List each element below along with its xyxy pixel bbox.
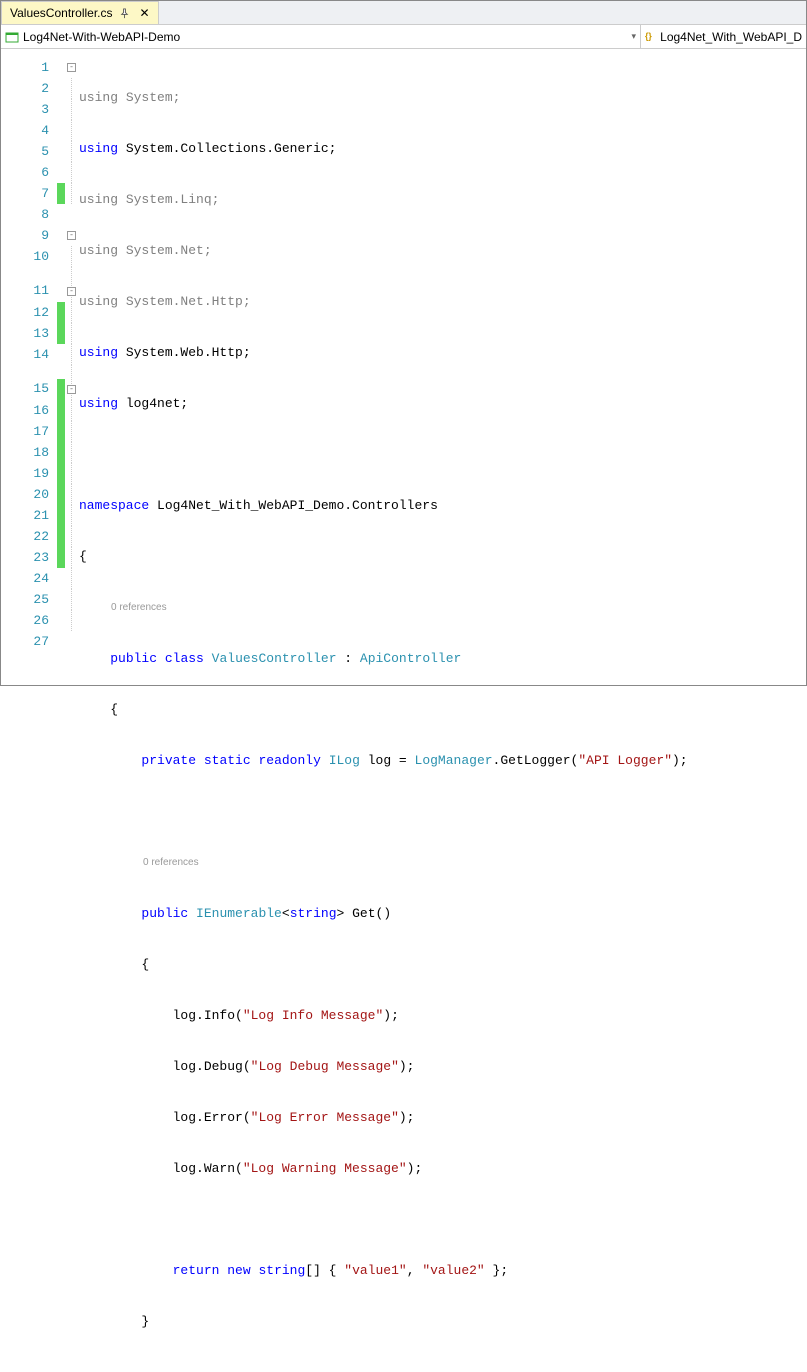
nav-bar: Log4Net-With-WebAPI-Demo ▾ {} Log4Net_Wi…	[1, 25, 806, 49]
fold-toggle[interactable]: -	[67, 287, 76, 296]
fold-toggle[interactable]: -	[67, 385, 76, 394]
change-marker-column	[57, 49, 65, 685]
code-editor[interactable]: 1 2 3 4 5 6 7 8 9 10 11 12 13 14 15 16 1…	[1, 49, 806, 685]
project-dropdown[interactable]: Log4Net-With-WebAPI-Demo ▾	[1, 25, 641, 48]
fold-toggle[interactable]: -	[67, 231, 76, 240]
close-icon[interactable]: ✕	[140, 6, 150, 21]
outlining-column[interactable]: - - - -	[65, 49, 79, 685]
line-number-gutter: 1 2 3 4 5 6 7 8 9 10 11 12 13 14 15 16 1…	[1, 49, 57, 685]
pin-icon[interactable]	[119, 8, 130, 19]
tab-bar: ValuesController.cs ✕	[1, 1, 806, 25]
project-name: Log4Net-With-WebAPI-Demo	[23, 30, 180, 44]
svg-text:{}: {}	[645, 30, 652, 40]
tab-label: ValuesController.cs	[10, 6, 113, 20]
chevron-down-icon: ▾	[631, 31, 636, 42]
namespace-icon: {}	[645, 30, 656, 44]
edit-pencil-icon	[59, 1366, 71, 1372]
code-area[interactable]: using System; using System.Collections.G…	[79, 49, 806, 685]
csharp-project-icon	[5, 30, 19, 44]
codelens-references[interactable]: 0 references	[79, 852, 806, 873]
codelens-references[interactable]: 0 references	[79, 597, 806, 618]
namespace-dropdown[interactable]: {} Log4Net_With_WebAPI_D	[641, 25, 806, 48]
namespace-name: Log4Net_With_WebAPI_D	[660, 30, 802, 44]
file-tab[interactable]: ValuesController.cs ✕	[1, 1, 159, 24]
fold-toggle[interactable]: -	[67, 63, 76, 72]
